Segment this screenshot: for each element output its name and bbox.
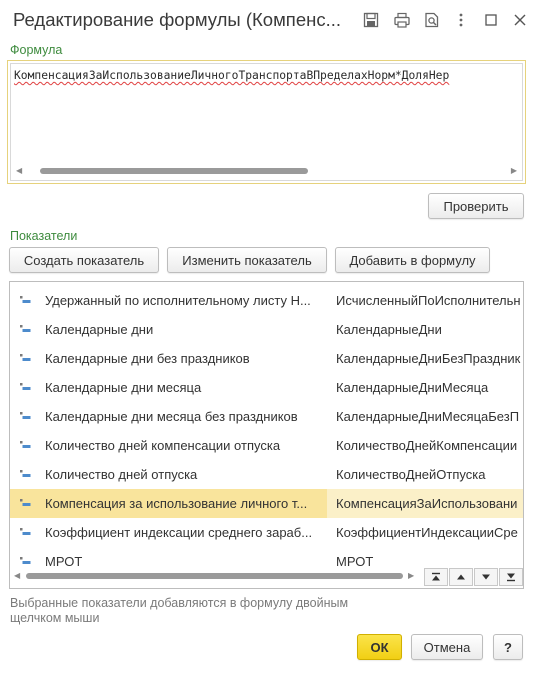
indicators-label: Показатели [10,229,78,243]
indicator-name: Коэффициент индексации среднего зараб... [45,525,313,540]
indicators-table[interactable]: Удержанный по исполнительному листу Н...… [9,281,524,589]
indicator-id-cell[interactable]: КалендарныеДниБезПраздник [327,344,523,373]
indicator-name: МРОТ [45,554,83,569]
table-row[interactable]: Календарные дни без праздников Календарны… [10,344,523,373]
scroll-down-button[interactable] [474,568,498,586]
indicator-icon [20,528,31,535]
indicator-name-cell[interactable]: Календарные дни без праздников [10,344,327,373]
table-row[interactable]: Календарные дни КалендарныеДни [10,315,523,344]
table-row[interactable]: Количество дней отпуска КоличествоДнейОтп… [10,460,523,489]
print-icon[interactable] [393,11,411,29]
indicator-id: КалендарныеДниМесяца [336,380,489,395]
formula-field[interactable]: КомпенсацияЗаИспользованиеЛичногоТранспо… [7,60,526,184]
indicator-id-cell[interactable]: КалендарныеДни [327,315,523,344]
indicator-icon [20,441,31,448]
indicator-id: КалендарныеДни [336,322,442,337]
indicator-id: КалендарныеДниМесяцаБезП [336,409,520,424]
scroll-up-button[interactable] [449,568,473,586]
table-row[interactable]: Календарные дни месяца без праздников Кал… [10,402,523,431]
scroll-right-icon[interactable]: ▶ [511,166,517,176]
double-up-icon [432,572,440,581]
indicator-id: КомпенсацияЗаИспользовани [336,496,518,511]
indicator-name: Календарные дни [45,322,154,337]
indicator-name-cell[interactable]: Календарные дни месяца [10,373,327,402]
window-title: Редактирование формулы (Компенс... [13,9,342,30]
table-row[interactable]: Компенсация за использование личного т..… [10,489,523,518]
table-row[interactable]: Коэффициент индексации среднего зараб...… [10,518,523,547]
hint-text: Выбранные показатели добавляются в форму… [10,596,349,625]
indicator-id: КоличествоДнейКомпенсации [336,438,518,453]
indicator-id: КалендарныеДниБезПраздник [336,351,521,366]
indicator-name-cell[interactable]: Календарные дни месяца без праздников [10,402,327,431]
indicator-name: Календарные дни месяца [45,380,202,395]
indicator-name: Удержанный по исполнительному листу Н... [45,293,311,308]
check-button[interactable]: Проверить [428,193,524,219]
indicator-id: КоэффициентИндексацииСре [336,525,518,540]
edit-indicator-button[interactable]: Изменить показатель [167,247,327,273]
help-button[interactable]: ? [493,634,523,660]
formula-editor[interactable]: КомпенсацияЗаИспользованиеЛичногоТранспо… [10,63,523,181]
table-row[interactable]: Удержанный по исполнительному листу Н...… [10,286,523,315]
more-icon[interactable] [452,11,470,29]
title-bar: Редактирование формулы (Компенс... [0,0,533,40]
table-row[interactable]: Количество дней компенсации отпуска Колич… [10,431,523,460]
indicator-id: ИсчисленныйПоИсполнительн [336,293,521,308]
table-scroll-thumb[interactable] [26,573,403,579]
indicator-icon [20,557,31,564]
indicator-name: Компенсация за использование личного т..… [45,496,308,511]
indicator-id-cell[interactable]: КоличествоДнейКомпенсации [327,431,523,460]
table-row[interactable]: Календарные дни месяца КалендарныеДниМеся… [10,373,523,402]
indicator-icon [20,470,31,477]
cancel-button[interactable]: Отмена [411,634,483,660]
indicator-name-cell[interactable]: Удержанный по исполнительному листу Н... [10,286,327,315]
create-indicator-button[interactable]: Создать показатель [9,247,159,273]
table-scrollbar[interactable]: ◀ ▶ [10,570,420,582]
up-icon [457,574,465,580]
indicator-name-cell[interactable]: Календарные дни [10,315,327,344]
indicator-id-cell[interactable]: КоэффициентИндексацииСре [327,518,523,547]
save-icon[interactable] [362,11,380,29]
scroll-to-top-button[interactable] [424,568,448,586]
indicator-name-cell[interactable]: Количество дней отпуска [10,460,327,489]
indicator-icon [20,412,31,419]
indicator-icon [20,296,31,303]
down-icon [482,574,490,580]
indicator-id-cell[interactable]: ИсчисленныйПоИсполнительн [327,286,523,315]
double-down-icon [507,573,515,582]
close-icon[interactable] [511,11,529,29]
indicator-id-cell[interactable]: КоличествоДнейОтпуска [327,460,523,489]
indicator-icon [20,325,31,332]
indicator-name: Календарные дни без праздников [45,351,250,366]
formula-text[interactable]: КомпенсацияЗаИспользованиеЛичногоТранспо… [14,69,449,82]
indicator-name: Количество дней компенсации отпуска [45,438,281,453]
scroll-left-icon[interactable]: ◀ [14,571,20,580]
indicator-icon [20,499,31,506]
indicator-name-cell[interactable]: Компенсация за использование личного т..… [10,489,327,518]
indicator-name-cell[interactable]: Коэффициент индексации среднего зараб... [10,518,327,547]
indicator-name: Календарные дни месяца без праздников [45,409,298,424]
maximize-icon[interactable] [482,11,500,29]
scroll-to-bottom-button[interactable] [499,568,523,586]
scroll-right-icon[interactable]: ▶ [408,571,414,580]
indicator-name: Количество дней отпуска [45,467,198,482]
ok-button[interactable]: ОК [357,634,402,660]
indicator-id-cell[interactable]: КалендарныеДниМесяца [327,373,523,402]
indicator-icon [20,354,31,361]
scroll-left-icon[interactable]: ◀ [16,166,22,176]
indicator-id: КоличествоДнейОтпуска [336,467,486,482]
preview-icon[interactable] [423,11,441,29]
indicator-name-cell[interactable]: Количество дней компенсации отпуска [10,431,327,460]
add-to-formula-button[interactable]: Добавить в формулу [335,247,490,273]
formula-scroll-thumb[interactable] [40,168,308,174]
formula-label: Формула [10,43,63,57]
indicator-id: МРОТ [336,554,374,569]
indicator-icon [20,383,31,390]
indicator-id-cell[interactable]: КалендарныеДниМесяцаБезП [327,402,523,431]
formula-scrollbar[interactable]: ◀ ▶ [14,166,519,176]
indicator-id-cell[interactable]: КомпенсацияЗаИспользовани [327,489,523,518]
